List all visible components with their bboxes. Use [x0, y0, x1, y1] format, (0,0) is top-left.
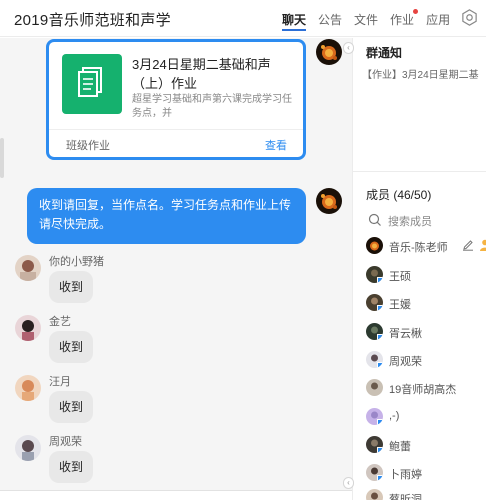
member-item[interactable]: 周观荣 [366, 351, 486, 373]
badge-icon [377, 447, 383, 453]
member-item[interactable]: ,-) [366, 408, 486, 430]
gear-icon[interactable] [461, 9, 478, 26]
tab-chat-label: 聊天 [282, 13, 307, 27]
sender-name: 周观荣 [49, 436, 82, 448]
sender-name: 你的小野猪 [49, 256, 104, 268]
notice-text[interactable]: 【作业】3月24日星期二基 [362, 66, 486, 81]
group-title: 2019音乐师范班和声学 [14, 12, 171, 29]
scrollbar[interactable] [0, 138, 4, 178]
avatar [366, 464, 383, 481]
member-name: 音乐-陈老师 [389, 242, 448, 254]
tab-announcement-label: 公告 [318, 13, 343, 27]
tab-apps-label: 应用 [426, 13, 451, 27]
badge-icon [377, 277, 383, 283]
badge-icon [377, 334, 383, 340]
member-name: 王硕 [389, 271, 411, 283]
chat-area: 3月24日星期二基础和声（上）作业 超星学习基础和声第六课完成学习任务点，并 班… [0, 38, 352, 500]
members-title: 成员 (46/50) [366, 188, 432, 202]
homework-title: 3月24日星期二基础和声（上）作业 [132, 57, 271, 91]
avatar [366, 237, 383, 254]
message-bubble: 收到请回复，当作点名。学习任务点和作业上传请尽快完成。 [27, 188, 306, 244]
member-name: 卜雨婷 [389, 469, 422, 481]
sender-name: 汪月 [49, 376, 71, 388]
member-search[interactable]: 搜索成员 [366, 211, 481, 229]
member-name: 蔡昕洞 [389, 494, 422, 500]
avatar [366, 489, 383, 500]
homework-type-label: 班级作业 [66, 140, 110, 152]
badge-icon [377, 475, 383, 481]
divider [353, 171, 486, 172]
view-link[interactable]: 查看 [265, 137, 287, 153]
unread-dot [413, 9, 419, 14]
sender-name: 金艺 [49, 316, 71, 328]
member-name: 胥云楸 [389, 328, 422, 340]
member-name: 鲍蕾 [389, 441, 411, 453]
badge-icon [377, 362, 383, 368]
document-icon [62, 54, 122, 114]
avatar[interactable] [316, 188, 342, 214]
notice-title: 群通知 [366, 46, 403, 60]
member-name: 周观荣 [389, 356, 422, 368]
member-item[interactable]: 卜雨婷 [366, 464, 486, 486]
tab-files-label: 文件 [354, 13, 379, 27]
avatar [366, 436, 383, 453]
member-name: 王媛 [389, 299, 411, 311]
member-item[interactable]: 蔡昕洞 [366, 489, 486, 500]
member-item[interactable]: 19音师胡高杰 [366, 379, 486, 401]
expand-button[interactable]: ‹ [343, 477, 354, 489]
tab-chat[interactable]: 聊天 [282, 11, 307, 31]
tab-homework[interactable]: 作业 [390, 9, 419, 28]
group-sidebar: ‹ 群通知 【作业】3月24日星期二基 成员 (46/50) 搜索成员 音乐-陈… [343, 38, 486, 500]
tab-files[interactable]: 文件 [354, 11, 378, 28]
tab-bar: 聊天 公告 文件 作业 应用 [282, 9, 462, 31]
tab-apps[interactable]: 应用 [426, 11, 450, 28]
add-member-icon[interactable] [479, 238, 486, 252]
avatar[interactable] [15, 435, 41, 461]
avatar[interactable] [15, 255, 41, 281]
card-divider [49, 129, 303, 130]
member-item[interactable]: 音乐-陈老师 [366, 237, 486, 259]
homework-description: 超星学习基础和声第六课完成学习任务点，并 [132, 94, 292, 119]
avatar [366, 294, 383, 311]
avatar [366, 379, 383, 396]
member-item[interactable]: 胥云楸 [366, 323, 486, 345]
input-toolbar [0, 490, 352, 500]
edit-icon[interactable] [462, 239, 474, 251]
member-item[interactable]: 王媛 [366, 294, 486, 316]
chat-header: 2019音乐师范班和声学 聊天 公告 文件 作业 应用 [0, 0, 486, 37]
homework-card[interactable]: 3月24日星期二基础和声（上）作业 超星学习基础和声第六课完成学习任务点，并 班… [46, 39, 306, 160]
tab-announcement[interactable]: 公告 [318, 11, 342, 28]
badge-icon [377, 305, 383, 311]
message-bubble: 收到 [49, 331, 93, 363]
member-name: 19音师胡高杰 [389, 384, 457, 396]
search-placeholder: 搜索成员 [388, 216, 432, 228]
message-bubble: 收到 [49, 451, 93, 483]
message-bubble: 收到 [49, 391, 93, 423]
avatar[interactable] [316, 39, 342, 65]
badge-icon [377, 419, 383, 425]
avatar [366, 266, 383, 283]
avatar [366, 323, 383, 340]
avatar [366, 351, 383, 368]
search-icon [368, 213, 381, 226]
member-item[interactable]: 王硕 [366, 266, 486, 288]
collapse-button[interactable]: ‹ [343, 42, 354, 54]
tab-homework-label: 作业 [390, 13, 415, 27]
member-name: ,-) [389, 410, 400, 422]
avatar[interactable] [15, 375, 41, 401]
member-item[interactable]: 鲍蕾 [366, 436, 486, 458]
avatar[interactable] [15, 315, 41, 341]
message-bubble: 收到 [49, 271, 93, 303]
avatar [366, 408, 383, 425]
